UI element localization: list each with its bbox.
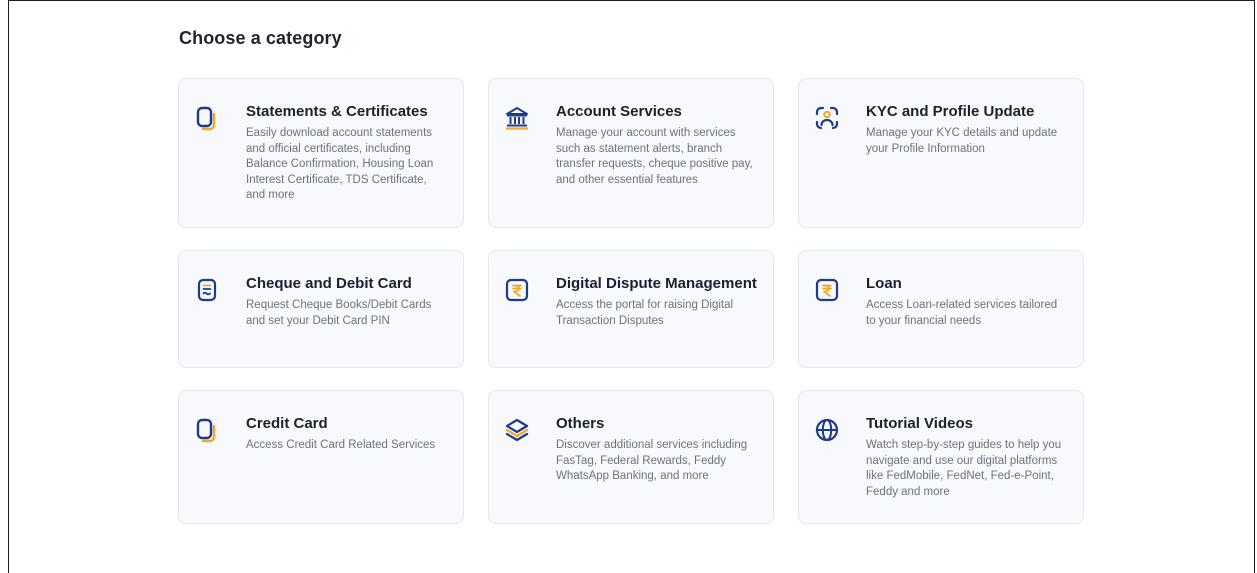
card-title: Digital Dispute Management: [556, 275, 757, 292]
card-body: Others Discover additional services incl…: [556, 415, 757, 485]
card-title: KYC and Profile Update: [866, 103, 1035, 120]
layers-icon: [505, 418, 529, 442]
cheque-icon: [197, 278, 217, 302]
face-scan-icon: [815, 106, 839, 130]
card-body: Credit Card Access Credit Card Related S…: [246, 415, 447, 454]
category-card-loan[interactable]: Loan Access Loan-related services tailor…: [798, 250, 1084, 368]
card-title: Loan: [866, 275, 902, 292]
category-card-credit-card[interactable]: Credit Card Access Credit Card Related S…: [178, 390, 464, 524]
card-title: Cheque and Debit Card: [246, 275, 412, 292]
category-card-tutorial-videos[interactable]: Tutorial Videos Watch step-by-step guide…: [798, 390, 1084, 524]
category-card-statements-certificates[interactable]: Statements & Certificates Easily downloa…: [178, 78, 464, 228]
card-body: Tutorial Videos Watch step-by-step guide…: [866, 415, 1067, 500]
card-title: Account Services: [556, 103, 682, 120]
card-body: Statements & Certificates Easily downloa…: [246, 103, 447, 204]
card-description: Discover additional services including F…: [556, 439, 748, 482]
card-title: Credit Card: [246, 415, 328, 432]
card-body: Account Services Manage your account wit…: [556, 103, 757, 188]
category-card-account-services[interactable]: Account Services Manage your account wit…: [488, 78, 774, 228]
card-body: KYC and Profile Update Manage your KYC d…: [866, 103, 1067, 157]
rupee-icon: [505, 278, 529, 302]
card-title: Others: [556, 415, 605, 432]
category-card-digital-dispute-management[interactable]: Digital Dispute Management Access the po…: [488, 250, 774, 368]
card-description: Manage your account with services such a…: [556, 127, 753, 186]
category-card-others[interactable]: Others Discover additional services incl…: [488, 390, 774, 524]
document-icon: [196, 418, 216, 443]
rupee-icon: [815, 278, 839, 302]
card-description: Request Cheque Books/Debit Cards and set…: [246, 299, 432, 327]
card-description: Access Loan-related services tailored to…: [866, 299, 1058, 327]
card-description: Easily download account statements and o…: [246, 127, 434, 201]
card-body: Loan Access Loan-related services tailor…: [866, 275, 1067, 329]
card-description: Manage your KYC details and update your …: [866, 127, 1058, 155]
category-card-kyc-profile-update[interactable]: KYC and Profile Update Manage your KYC d…: [798, 78, 1084, 228]
card-body: Cheque and Debit Card Request Cheque Boo…: [246, 275, 447, 329]
card-description: Watch step-by-step guides to help you na…: [866, 439, 1062, 498]
card-description: Access Credit Card Related Services: [246, 439, 436, 451]
bank-icon: [506, 107, 528, 130]
globe-icon: [815, 418, 839, 442]
card-body: Digital Dispute Management Access the po…: [556, 275, 757, 329]
card-title: Statements & Certificates: [246, 103, 428, 120]
section-title: Choose a category: [179, 28, 342, 48]
card-description: Access the portal for raising Digital Tr…: [556, 299, 734, 327]
category-grid: Statements & Certificates Easily downloa…: [178, 78, 1085, 524]
document-icon: [196, 106, 216, 131]
category-card-cheque-debit-card[interactable]: Cheque and Debit Card Request Cheque Boo…: [178, 250, 464, 368]
card-title: Tutorial Videos: [866, 415, 973, 432]
